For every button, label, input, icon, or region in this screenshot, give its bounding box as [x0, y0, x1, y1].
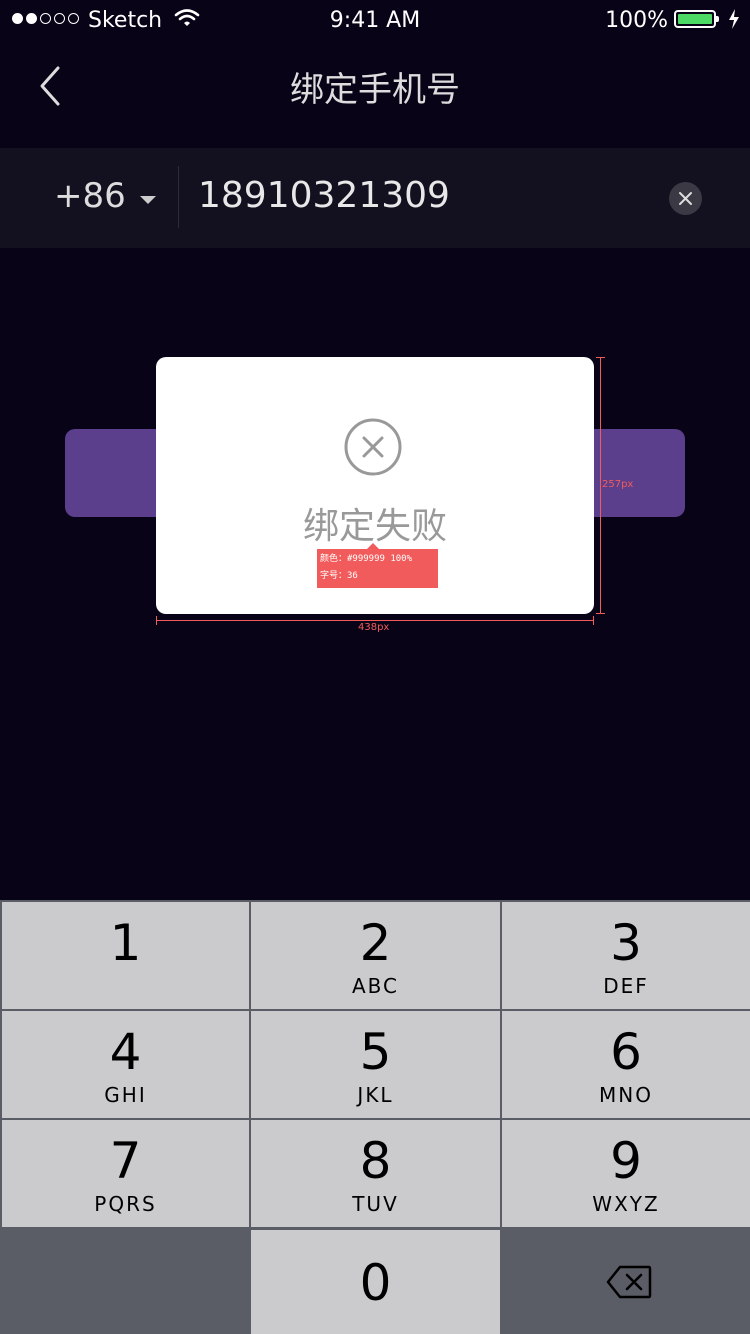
key-2[interactable]: 2 ABC — [251, 902, 500, 1009]
close-circle-icon — [679, 192, 692, 205]
key-number: 8 — [359, 1132, 392, 1190]
battery-percentage: 100% — [605, 8, 668, 33]
backspace-icon — [606, 1265, 652, 1299]
key-letters: GHI — [104, 1083, 147, 1107]
spec-size-line: 字号：36 — [320, 571, 358, 581]
key-number: 4 — [109, 1023, 142, 1081]
width-measure-label: 438px — [358, 622, 390, 633]
key-number: 0 — [359, 1254, 392, 1312]
height-measure-label: 257px — [602, 479, 634, 490]
height-measure-line — [596, 357, 605, 614]
dialog-message: 绑定失败 — [302, 506, 447, 547]
key-letters: DEF — [603, 974, 649, 998]
key-number: 1 — [109, 914, 142, 972]
key-9[interactable]: 9 WXYZ — [502, 1120, 750, 1227]
country-code-selector[interactable]: +86 — [54, 176, 126, 216]
key-number: 2 — [359, 914, 392, 972]
key-8[interactable]: 8 TUV — [251, 1120, 500, 1227]
width-measure-line — [156, 616, 594, 625]
page-title: 绑定手机号 — [290, 70, 460, 110]
spec-annotation: 颜色：#999999 100% 字号：36 — [317, 543, 438, 588]
numeric-keypad: 1 2 ABC 3 DEF 4 GHI 5 JKL 6 MNO 7 PQRS 8… — [0, 900, 750, 1334]
status-bar: Sketch 9:41 AM 100% — [0, 0, 750, 40]
key-letters: MNO — [599, 1083, 653, 1107]
key-number: 6 — [610, 1023, 642, 1081]
key-number: 3 — [610, 914, 642, 972]
key-number: 7 — [109, 1132, 142, 1190]
spec-color-line: 颜色：#999999 100% — [320, 554, 413, 564]
chevron-down-icon[interactable] — [140, 196, 156, 204]
key-5[interactable]: 5 JKL — [251, 1011, 500, 1118]
phone-number-field[interactable] — [196, 174, 640, 217]
key-4[interactable]: 4 GHI — [2, 1011, 249, 1118]
bolt-icon — [729, 9, 739, 29]
key-letters: JKL — [357, 1083, 394, 1107]
key-number: 5 — [359, 1023, 392, 1081]
key-number: 9 — [610, 1132, 642, 1190]
key-letters: ABC — [351, 974, 399, 998]
key-blank — [0, 1229, 249, 1334]
battery-icon — [674, 10, 719, 28]
clear-input-button[interactable] — [669, 182, 702, 215]
close-circle-outline-icon — [344, 418, 402, 476]
phone-input-row: +86 — [0, 148, 750, 248]
key-7[interactable]: 7 PQRS — [2, 1120, 249, 1227]
key-letters: PQRS — [94, 1192, 157, 1216]
key-6[interactable]: 6 MNO — [502, 1011, 750, 1118]
key-letters: TUV — [352, 1192, 399, 1216]
key-1[interactable]: 1 — [2, 902, 249, 1009]
key-3[interactable]: 3 DEF — [502, 902, 750, 1009]
divider — [178, 166, 179, 228]
key-letters: WXYZ — [592, 1192, 660, 1216]
key-0[interactable]: 0 — [251, 1230, 500, 1334]
backspace-key[interactable] — [502, 1229, 750, 1334]
